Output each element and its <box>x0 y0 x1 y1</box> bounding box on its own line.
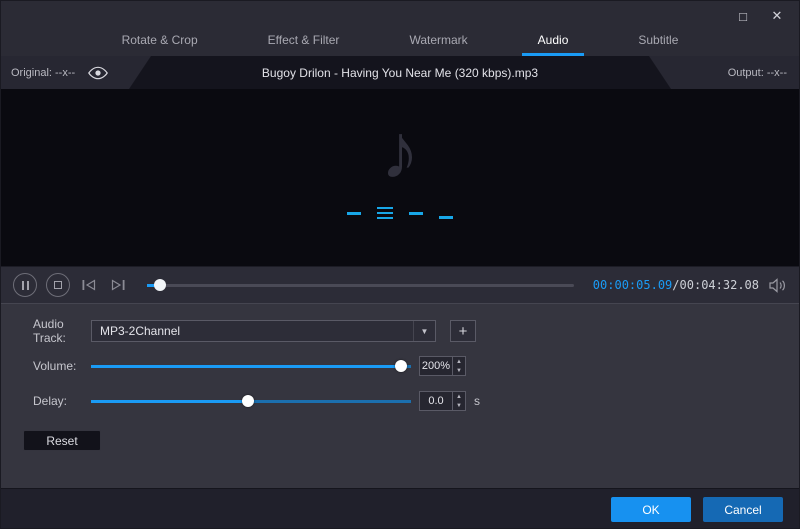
delay-label: Delay: <box>33 394 68 408</box>
delay-unit: s <box>474 394 480 408</box>
chevron-down-icon[interactable]: ▼ <box>413 321 435 341</box>
original-label: Original: --x-- <box>11 66 76 79</box>
tab-effect-filter[interactable]: Effect & Filter <box>262 24 346 56</box>
volume-value-box[interactable]: 200% ▲ ▼ <box>419 356 466 376</box>
equalizer-icon <box>347 207 453 219</box>
time-separator: / <box>672 278 680 292</box>
audio-track-row: Audio Track: MP3-2Channel ▼ + <box>33 317 799 345</box>
volume-spinner-up[interactable]: ▲ <box>453 357 465 366</box>
audio-track-dropdown[interactable]: MP3-2Channel ▼ <box>91 320 436 342</box>
cancel-button[interactable]: Cancel <box>703 497 783 522</box>
original-info: Original: --x-- <box>1 66 109 80</box>
delay-slider-thumb[interactable] <box>241 395 254 407</box>
media-title: Bugoy Drilon - Having You Near Me (320 k… <box>129 56 671 89</box>
footer-bar: OK Cancel <box>1 488 799 528</box>
output-label: Output: --x-- <box>727 66 787 79</box>
volume-label: Volume: <box>33 359 77 373</box>
delay-spinner-up[interactable]: ▲ <box>453 392 465 401</box>
music-note-icon: ♪ <box>380 107 420 195</box>
next-frame-button[interactable] <box>108 273 128 297</box>
audio-track-value: MP3-2Channel <box>100 324 181 338</box>
stop-icon <box>54 281 62 289</box>
delay-row: Delay: 0.0 ▲ ▼ s <box>33 390 799 412</box>
tab-subtitle[interactable]: Subtitle <box>632 24 684 56</box>
audio-track-label: Audio Track: <box>33 317 66 345</box>
volume-slider[interactable] <box>91 358 411 374</box>
title-bar: □ ✕ Rotate & Crop Effect & Filter Waterm… <box>1 1 799 56</box>
audio-settings-panel: Audio Track: MP3-2Channel ▼ + Volume: 20… <box>1 303 799 488</box>
preview-header: Original: --x-- Bugoy Drilon - Having Yo… <box>1 56 799 89</box>
delay-value[interactable]: 0.0 <box>420 392 452 410</box>
preview-area: ♪ <box>1 89 799 266</box>
ok-button[interactable]: OK <box>611 497 691 522</box>
time-total: 00:04:32.08 <box>679 278 759 292</box>
time-current: 00:00:05.09 <box>592 278 673 292</box>
prev-frame-button[interactable] <box>79 273 99 297</box>
add-track-button[interactable]: + <box>450 320 476 342</box>
prev-frame-icon <box>82 279 96 291</box>
next-frame-icon <box>111 279 125 291</box>
tab-audio[interactable]: Audio <box>521 24 585 56</box>
player-controls: 00:00:05.09/00:04:32.08 <box>1 266 799 303</box>
tab-rotate-crop[interactable]: Rotate & Crop <box>116 24 204 56</box>
volume-slider-thumb[interactable] <box>395 360 408 372</box>
volume-row: Volume: 200% ▲ ▼ <box>33 355 799 377</box>
delay-spinner: ▲ ▼ <box>452 392 465 410</box>
stop-button[interactable] <box>46 273 70 297</box>
seek-thumb[interactable] <box>153 279 166 291</box>
delay-slider[interactable] <box>91 393 411 409</box>
audio-editor-window: □ ✕ Rotate & Crop Effect & Filter Waterm… <box>0 0 800 529</box>
pause-icon <box>21 280 29 290</box>
tab-watermark[interactable]: Watermark <box>403 24 473 56</box>
volume-spinner-down[interactable]: ▼ <box>453 366 465 375</box>
volume-spinner: ▲ ▼ <box>452 357 465 375</box>
delay-spinner-down[interactable]: ▼ <box>453 401 465 410</box>
volume-value[interactable]: 200% <box>420 357 452 375</box>
speaker-button[interactable] <box>768 277 787 293</box>
speaker-icon <box>769 277 785 293</box>
delay-value-box[interactable]: 0.0 ▲ ▼ <box>419 391 466 411</box>
time-display: 00:00:05.09/00:04:32.08 <box>593 278 759 292</box>
seek-slider[interactable] <box>147 277 574 293</box>
eye-icon[interactable] <box>87 66 109 80</box>
tab-bar: Rotate & Crop Effect & Filter Watermark … <box>1 24 799 56</box>
pause-button[interactable] <box>13 273 37 297</box>
reset-button[interactable]: Reset <box>23 430 101 451</box>
